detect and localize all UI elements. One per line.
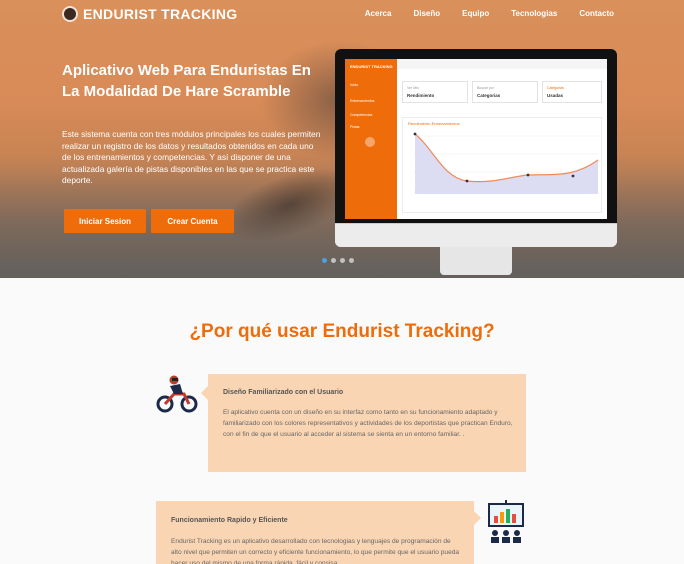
laptop-screen: ENDURIST TRACKING Inicio Entrenamientos … <box>345 59 607 219</box>
brand-name: ENDURIST TRACKING <box>83 6 238 22</box>
carousel-dot[interactable] <box>331 258 336 263</box>
mockup-card-label: Ver Mis <box>407 86 419 90</box>
mockup-card-value: Categorias <box>477 93 501 98</box>
mockup-chart-graphic <box>413 132 599 194</box>
mockup-avatar-icon <box>365 137 375 147</box>
nav-link-acerca[interactable]: Acerca <box>365 9 392 18</box>
feature-title: Diseño Familiarizado con el Usuario <box>223 389 344 396</box>
mockup-nav-item: Inicio <box>350 83 359 87</box>
mockup-chart: Rendimiento Entrenamientos <box>402 117 602 213</box>
carousel-indicators <box>322 258 354 263</box>
mockup-card: Categorias Usadas <box>542 81 602 103</box>
motocross-rider-icon <box>156 375 198 413</box>
hero-title: Aplicativo Web Para Enduristas En La Mod… <box>62 62 311 100</box>
mockup-card-label: Buscar por <box>477 86 494 90</box>
mockup-card-value: Usadas <box>547 93 564 98</box>
carousel-dot[interactable] <box>340 258 345 263</box>
feature-card-design: Diseño Familiarizado con el Usuario El a… <box>201 374 526 472</box>
navbar: ENDURIST TRACKING Acerca Diseño Equipo T… <box>0 0 684 30</box>
brand-logo-icon <box>62 6 78 22</box>
feature-title: Funcionamiento Rapido y Eficiente <box>171 517 288 524</box>
laptop-screen-bezel: ENDURIST TRACKING Inicio Entrenamientos … <box>335 49 617 223</box>
nav-links: Acerca Diseño Equipo Tecnologias Contact… <box>365 9 614 18</box>
carousel-dot[interactable] <box>322 258 327 263</box>
nav-link-contacto[interactable]: Contacto <box>579 9 614 18</box>
mockup-nav-item: Competencias <box>350 113 373 117</box>
register-button[interactable]: Crear Cuenta <box>151 209 234 233</box>
nav-link-tecnologias[interactable]: Tecnologias <box>511 9 557 18</box>
feature-text: El aplicativo cuenta con un diseño en su… <box>223 409 513 438</box>
mockup-sidebar: ENDURIST TRACKING Inicio Entrenamientos … <box>345 59 397 219</box>
mockup-nav-item: Pistas <box>350 125 360 129</box>
nav-link-equipo[interactable]: Equipo <box>462 9 489 18</box>
hero-description: Este sistema cuenta con tres módulos pri… <box>62 129 321 185</box>
laptop-mockup: ENDURIST TRACKING Inicio Entrenamientos … <box>335 49 617 275</box>
mockup-brand: ENDURIST TRACKING <box>350 64 393 69</box>
feature-text: Endurist Tracking es un aplicativo desar… <box>171 538 460 564</box>
mockup-card-label: Categorias <box>547 86 564 90</box>
mockup-card-value: Rendimiento <box>407 93 435 98</box>
laptop-stand <box>440 247 512 275</box>
login-button[interactable]: Iniciar Sesion <box>64 209 146 233</box>
presentation-chart-icon <box>488 500 524 543</box>
hero-banner: ENDURIST TRACKING Acerca Diseño Equipo T… <box>0 0 684 278</box>
section-title: ¿Por qué usar Endurist Tracking? <box>189 321 495 342</box>
mockup-topbar <box>397 59 607 69</box>
laptop-base <box>335 223 617 247</box>
nav-link-diseno[interactable]: Diseño <box>413 9 440 18</box>
brand[interactable]: ENDURIST TRACKING <box>62 6 237 22</box>
mockup-card: Ver Mis Rendimiento <box>402 81 468 103</box>
carousel-dot[interactable] <box>349 258 354 263</box>
mockup-card: Buscar por Categorias <box>472 81 538 103</box>
feature-card-performance: Funcionamiento Rapido y Eficiente Enduri… <box>156 501 481 564</box>
mockup-nav-item: Entrenamientos <box>350 99 375 103</box>
